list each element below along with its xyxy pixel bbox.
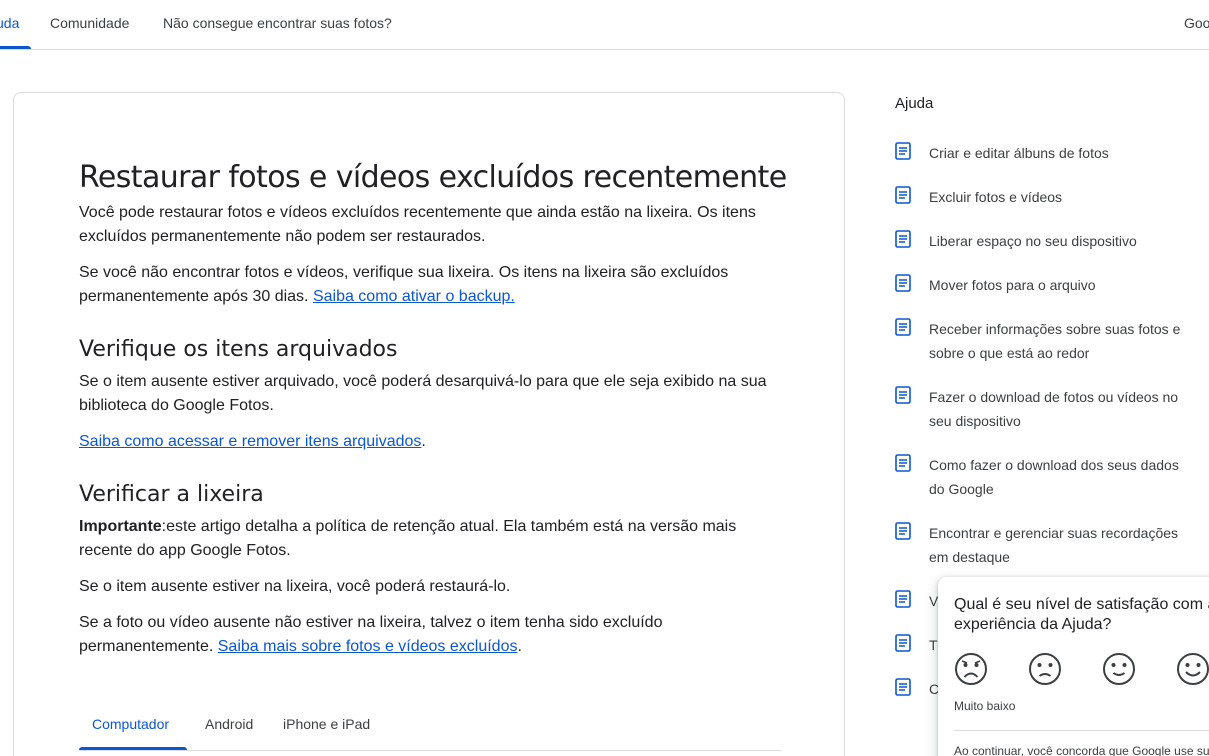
- sidebar-item[interactable]: Fazer o download de fotos ou vídeos no s…: [895, 385, 1187, 433]
- satisfaction-survey: Qual é seu nível de satisfação com a exp…: [938, 577, 1209, 756]
- article-icon: [895, 230, 911, 248]
- tab-help[interactable]: uda: [0, 15, 19, 31]
- deleted-photos-link[interactable]: Saiba mais sobre fotos e vídeos excluído…: [218, 638, 518, 655]
- article-icon: [895, 386, 911, 404]
- archived-paragraph: Se o item ausente estiver arquivado, voc…: [79, 373, 767, 414]
- article-icon: [895, 454, 911, 472]
- very-dissatisfied-icon[interactable]: [954, 652, 988, 686]
- archived-heading: Verifique os itens arquivados: [79, 337, 398, 362]
- sidebar-item[interactable]: Como fazer o download dos seus dados do …: [895, 453, 1187, 501]
- top-navigation: uda Comunidade Não consegue encontrar su…: [0, 0, 1209, 50]
- sidebar-item-label: Como fazer o download dos seus dados do …: [929, 457, 1179, 497]
- article-icon: [895, 274, 911, 292]
- article-icon: [895, 522, 911, 540]
- restore-paragraph: Se o item ausente estiver na lixeira, vo…: [79, 578, 511, 595]
- sidebar-heading: Ajuda: [895, 95, 934, 112]
- important-paragraph: Importante:este artigo detalha a polític…: [79, 518, 737, 559]
- tab-android[interactable]: Android: [205, 716, 253, 732]
- article-icon: [895, 678, 911, 696]
- backup-link[interactable]: Saiba como ativar o backup.: [313, 288, 515, 305]
- sidebar-item-label: Fazer o download de fotos ou vídeos no s…: [929, 389, 1179, 429]
- sidebar-item[interactable]: Excluir fotos e vídeos: [895, 185, 1187, 209]
- sidebar-item-label: Liberar espaço no seu dispositivo: [929, 233, 1137, 249]
- intro-paragraph: Você pode restaurar fotos e vídeos exclu…: [79, 204, 756, 245]
- active-platform-indicator: [79, 747, 187, 750]
- trash-paragraph: Se você não encontrar fotos e vídeos, ve…: [79, 264, 729, 305]
- tab-iphone-ipad[interactable]: iPhone e iPad: [283, 716, 370, 732]
- article-icon: [895, 318, 911, 336]
- sidebar-item-label: Excluir fotos e vídeos: [929, 189, 1063, 205]
- dissatisfied-icon[interactable]: [1028, 652, 1062, 686]
- article-icon: [895, 590, 911, 608]
- article-card: Restaurar fotos e vídeos excluídos recen…: [13, 92, 845, 756]
- tab-cant-find-photos[interactable]: Não consegue encontrar suas fotos?: [163, 15, 392, 31]
- active-tab-indicator: [0, 46, 31, 49]
- sidebar-item-label: Mover fotos para o arquivo: [929, 277, 1096, 293]
- very-satisfied-icon[interactable]: [1176, 652, 1209, 686]
- sidebar-item[interactable]: Mover fotos para o arquivo: [895, 273, 1187, 297]
- article-icon: [895, 142, 911, 160]
- sidebar-item-label: Receber informações sobre suas fotos e s…: [929, 321, 1181, 361]
- survey-footer: Ao continuar, você concorda que Google u…: [954, 744, 1209, 756]
- archived-link-paragraph: Saiba como acessar e remover itens arqui…: [79, 433, 426, 450]
- article-body: Restaurar fotos e vídeos excluídos recen…: [79, 159, 787, 671]
- sidebar-item[interactable]: Receber informações sobre suas fotos e s…: [895, 317, 1187, 365]
- sidebar-item[interactable]: Criar e editar álbuns de fotos: [895, 141, 1187, 165]
- survey-divider: [954, 730, 1209, 731]
- page-title: Restaurar fotos e vídeos excluídos recen…: [79, 160, 787, 195]
- satisfied-icon[interactable]: [1102, 652, 1136, 686]
- survey-low-label: Muito baixo: [954, 699, 1016, 713]
- sidebar-item[interactable]: Encontrar e gerenciar suas recordações e…: [895, 521, 1187, 569]
- article-icon: [895, 186, 911, 204]
- deleted-paragraph: Se a foto ou vídeo ausente não estiver n…: [79, 614, 663, 655]
- platform-tabs: Computador Android iPhone e iPad: [79, 706, 781, 751]
- tab-community[interactable]: Comunidade: [50, 15, 129, 31]
- google-account-link[interactable]: Goo: [1184, 15, 1209, 31]
- sidebar-item-label: Criar e editar álbuns de fotos: [929, 145, 1109, 161]
- survey-question: Qual é seu nível de satisfação com a exp…: [954, 596, 1209, 633]
- archived-items-link[interactable]: Saiba como acessar e remover itens arqui…: [79, 433, 421, 450]
- important-label: Importante: [79, 518, 162, 535]
- sidebar-item[interactable]: Liberar espaço no seu dispositivo: [895, 229, 1187, 253]
- sidebar-item-label: Encontrar e gerenciar suas recordações e…: [929, 525, 1179, 565]
- trash-heading: Verificar a lixeira: [79, 482, 264, 507]
- tab-computer[interactable]: Computador: [92, 716, 169, 732]
- article-icon: [895, 634, 911, 652]
